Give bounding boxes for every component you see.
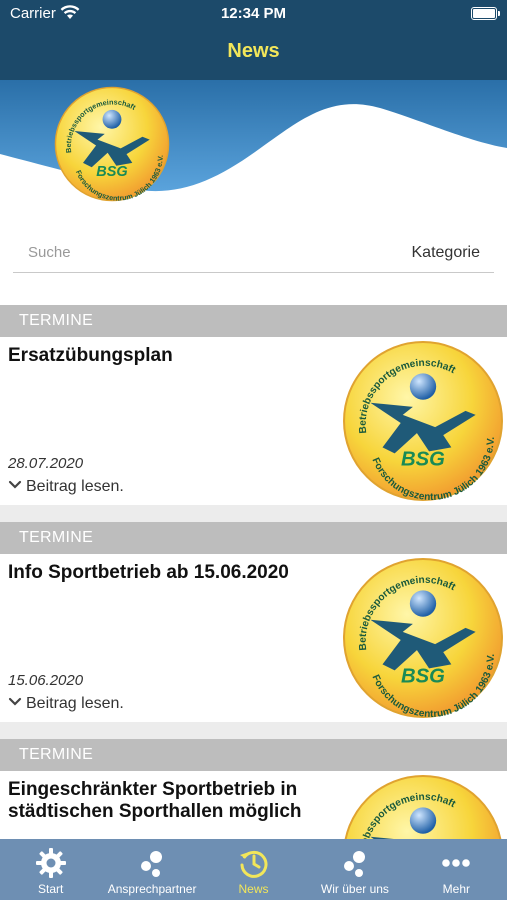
news-title[interactable]: Eingeschränkter Sportbetrieb in städtisc… (8, 779, 328, 823)
search-bar: Kategorie (0, 220, 507, 305)
navigation-bar: Carrier 12:34 PM News (0, 0, 507, 80)
search-underline (13, 272, 494, 273)
news-screen: Carrier 12:34 PM News BSG Betriebssportg… (0, 0, 507, 900)
people-icon (343, 851, 365, 877)
tab-ansprechpartner[interactable]: Ansprechpartner (101, 839, 202, 900)
svg-text:BSG: BSG (401, 666, 445, 688)
page-title: News (227, 40, 280, 62)
news-card[interactable]: TERMINE Info Sportbetrieb ab 15.06.2020 … (0, 522, 507, 722)
read-more-button[interactable]: Beitrag lesen. (8, 478, 124, 496)
tab-start[interactable]: Start (0, 839, 101, 900)
news-date: 28.07.2020 (8, 455, 84, 472)
news-title[interactable]: Info Sportbetrieb ab 15.06.2020 (8, 562, 328, 584)
tab-mehr[interactable]: Mehr (406, 839, 507, 900)
tab-bar: Start Ansprechpartner News Wir über uns … (0, 839, 507, 900)
read-more-label: Beitrag lesen. (26, 695, 124, 712)
tab-label: Start (38, 882, 64, 896)
tab-news[interactable]: News (203, 839, 304, 900)
news-thumbnail-logo: BSG BetriebssportgemeinschaftForschungsz… (344, 775, 502, 839)
news-card[interactable]: TERMINE Ersatzübungsplan 28.07.2020 Beit… (0, 305, 507, 505)
tab-label: News (238, 882, 269, 896)
read-more-label: Beitrag lesen. (26, 478, 124, 495)
tab-label: Ansprechpartner (107, 882, 197, 896)
svg-text:BSG: BSG (401, 449, 445, 471)
news-card[interactable]: TERMINE Eingeschränkter Sportbetrieb in … (0, 739, 507, 839)
bsg-logo: BSG BetriebssportgemeinschaftForschungsz… (54, 86, 170, 202)
category-header: TERMINE (0, 522, 507, 554)
read-more-button[interactable]: Beitrag lesen. (8, 695, 124, 713)
clock: 12:34 PM (220, 5, 287, 22)
status-bar: Carrier 12:34 PM (0, 0, 507, 28)
news-date: 15.06.2020 (8, 672, 84, 689)
tab-wir-ueber-uns[interactable]: Wir über uns (304, 839, 405, 900)
svg-text:BSG: BSG (96, 164, 127, 180)
search-input[interactable] (28, 244, 228, 261)
news-list[interactable]: TERMINE Ersatzübungsplan 28.07.2020 Beit… (0, 305, 507, 839)
news-thumbnail-logo: BSG BetriebssportgemeinschaftForschungsz… (343, 558, 503, 719)
news-title[interactable]: Ersatzübungsplan (8, 345, 328, 367)
people-icon (141, 851, 163, 877)
battery-icon (471, 7, 500, 20)
more-dots-icon (442, 859, 471, 867)
tab-label: Wir über uns (320, 882, 389, 896)
news-thumbnail-logo: BSG BetriebssportgemeinschaftForschungsz… (343, 341, 503, 502)
gear-icon (35, 848, 66, 878)
category-header: TERMINE (0, 739, 507, 771)
history-clock-icon (239, 850, 267, 878)
chevron-down-icon (8, 697, 22, 706)
category-filter-button[interactable]: Kategorie (412, 244, 481, 262)
category-header: TERMINE (0, 305, 507, 337)
tab-label: Mehr (442, 882, 470, 896)
chevron-down-icon (8, 480, 22, 489)
